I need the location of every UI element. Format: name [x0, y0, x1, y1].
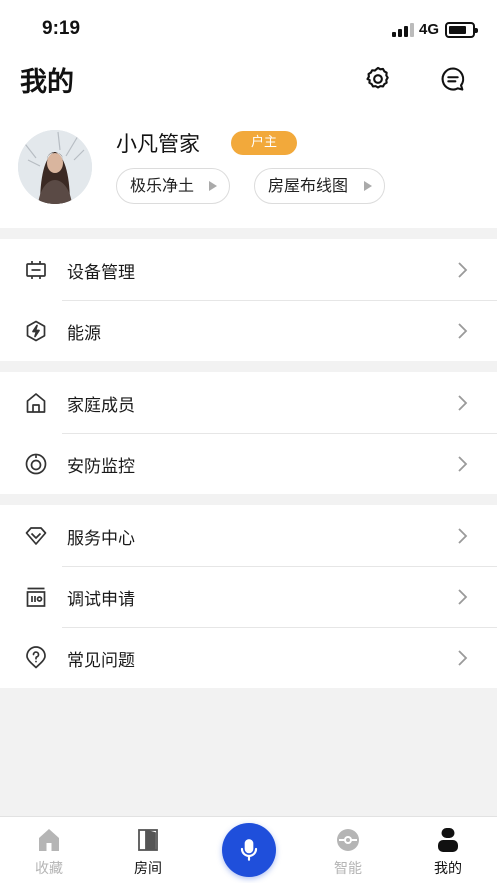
voice-assistant-button[interactable] [222, 823, 276, 877]
menu-item-service-center[interactable]: 服务中心 [0, 505, 497, 566]
question-icon [26, 646, 46, 669]
menu-label: 能源 [67, 324, 101, 344]
tab-rooms[interactable]: 房间 [108, 817, 188, 883]
menu-label: 常见问题 [67, 651, 135, 671]
gear-icon [366, 66, 389, 89]
menu-label: 安防监控 [67, 457, 135, 477]
chat-icon [441, 67, 465, 91]
tab-label: 收藏 [35, 861, 63, 877]
role-badge: 户主 [231, 131, 297, 155]
menu-label: 调试申请 [67, 590, 135, 610]
tab-label: 智能 [334, 861, 362, 877]
settings-button[interactable] [361, 62, 395, 96]
tab-label: 房间 [134, 861, 162, 877]
menu-item-family-members[interactable]: 家庭成员 [0, 372, 497, 433]
energy-icon [26, 320, 46, 342]
diamond-icon [25, 527, 47, 545]
chevron-right-icon [458, 589, 468, 605]
house-icon [39, 829, 59, 851]
chevron-right-icon [458, 262, 468, 278]
menu-group-family: 家庭成员 安防监控 [0, 372, 497, 494]
menu-group-service: 服务中心 调试申请 常见问题 [0, 505, 497, 688]
tab-mine[interactable]: 我的 [408, 817, 488, 883]
home-icon [26, 393, 46, 413]
page-title: 我的 [20, 67, 74, 98]
status-time: 9:19 [42, 18, 81, 39]
avatar[interactable] [18, 130, 92, 204]
menu-item-faq[interactable]: 常见问题 [0, 627, 497, 688]
message-button[interactable] [436, 62, 470, 96]
chevron-right-icon [458, 528, 468, 544]
menu-label: 家庭成员 [67, 396, 135, 416]
menu-item-security-monitoring[interactable]: 安防监控 [0, 433, 497, 494]
profile-header: 我的 小凡管家 户主 极乐净土 房屋布线图 [0, 56, 497, 228]
home-select-chip[interactable]: 极乐净土 [116, 168, 230, 204]
chip-label: 极乐净土 [130, 176, 195, 195]
status-bar: 9:19 4G [0, 0, 497, 56]
chevron-right-icon [458, 456, 468, 472]
chevron-right-icon [458, 650, 468, 666]
chevron-right-icon [458, 395, 468, 411]
microphone-icon [240, 839, 258, 861]
device-icon [26, 261, 46, 279]
chip-label: 房屋布线图 [268, 176, 349, 195]
triangle-right-icon [364, 181, 372, 191]
battery-icon [445, 22, 478, 38]
floor-plan-chip[interactable]: 房屋布线图 [254, 168, 385, 204]
chevron-right-icon [458, 323, 468, 339]
smart-icon [337, 829, 359, 851]
triangle-right-icon [209, 181, 217, 191]
user-name: 小凡管家 [116, 132, 200, 156]
menu-group-devices: 设备管理 能源 [0, 239, 497, 361]
menu-item-energy[interactable]: 能源 [0, 300, 497, 361]
menu-label: 设备管理 [67, 263, 135, 283]
camera-icon [25, 453, 47, 475]
tab-label: 我的 [434, 861, 462, 877]
person-icon [438, 828, 458, 852]
debug-icon [26, 587, 46, 607]
menu-item-device-management[interactable]: 设备管理 [0, 239, 497, 300]
tab-smart[interactable]: 智能 [308, 817, 388, 883]
menu-item-debug-request[interactable]: 调试申请 [0, 566, 497, 627]
network-label: 4G [419, 21, 440, 38]
signal-icon [392, 23, 414, 37]
menu-label: 服务中心 [67, 529, 135, 549]
door-icon [138, 829, 158, 851]
tab-favorites[interactable]: 收藏 [9, 817, 89, 883]
